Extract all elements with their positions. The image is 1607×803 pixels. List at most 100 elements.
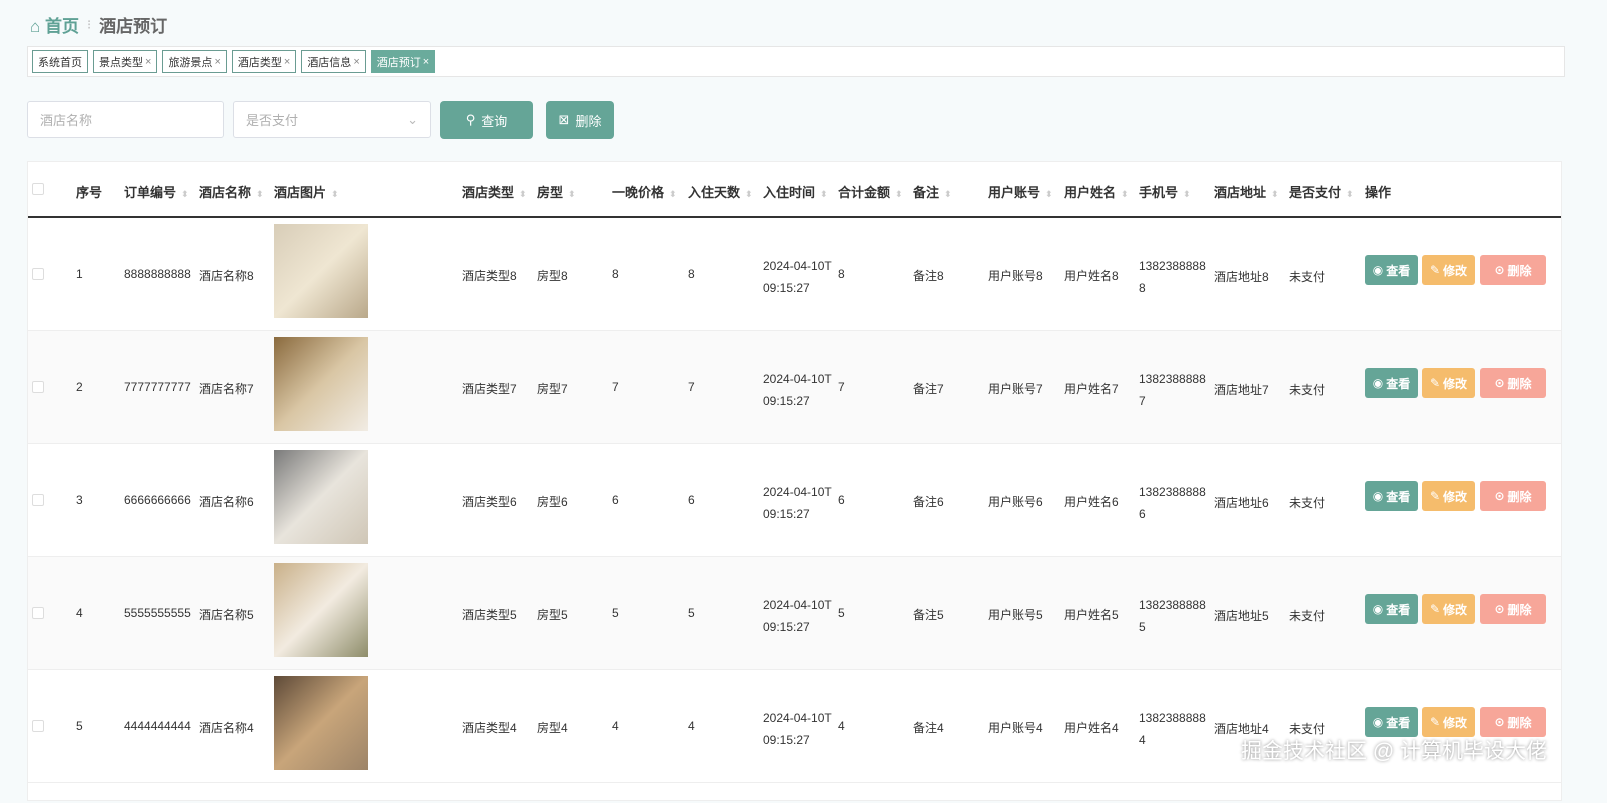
sort-icon[interactable]: ⬍ <box>519 189 527 199</box>
row-checkbox[interactable] <box>32 607 44 619</box>
view-button[interactable]: ◉ 查看 <box>1365 594 1418 624</box>
breadcrumb: ⌂ 首页 ⁝ 酒店预订 <box>30 12 167 37</box>
cell-total: 6 <box>838 493 845 507</box>
column-header[interactable]: 合计金额 ⬍ <box>838 182 903 201</box>
column-header[interactable]: 酒店名称 ⬍ <box>199 182 264 201</box>
row-checkbox[interactable] <box>32 381 44 393</box>
close-icon[interactable]: × <box>284 56 290 68</box>
tab-1[interactable]: 景点类型 × <box>93 50 158 73</box>
sort-icon[interactable]: ⬍ <box>256 189 264 199</box>
hotel-image[interactable] <box>274 337 368 431</box>
tab-5[interactable]: 酒店预订 × <box>370 50 436 73</box>
sort-icon[interactable]: ⬍ <box>1045 189 1053 199</box>
view-button[interactable]: ◉ 查看 <box>1365 481 1418 511</box>
cell-username: 用户姓名7 <box>1064 382 1119 396</box>
view-button[interactable]: ◉ 查看 <box>1365 368 1418 398</box>
column-header[interactable]: 酒店类型 ⬍ <box>462 182 527 201</box>
edit-button[interactable]: ✎ 修改 <box>1422 368 1475 398</box>
edit-button[interactable]: ✎ 修改 <box>1422 255 1475 285</box>
sort-icon[interactable]: ⬍ <box>1183 189 1191 199</box>
column-header[interactable]: 用户账号 ⬍ <box>988 182 1053 201</box>
cell-phone2: 6 <box>1139 507 1146 521</box>
hotel-name-input[interactable]: 酒店名称 <box>27 101 224 138</box>
hotel-image[interactable] <box>274 676 368 770</box>
column-label: 酒店名称 <box>199 185 252 200</box>
view-button[interactable]: ◉ 查看 <box>1365 707 1418 737</box>
column-label: 酒店图片 <box>274 185 327 200</box>
edit-button[interactable]: ✎ 修改 <box>1422 707 1475 737</box>
delete-button[interactable]: ⊙ 删除 <box>1480 594 1546 624</box>
pay-status-select[interactable]: 是否支付 ⌄ <box>233 101 431 138</box>
delete-icon: ⊙ <box>1494 715 1505 729</box>
sort-icon[interactable]: ⬍ <box>944 189 952 199</box>
row-checkbox[interactable] <box>32 720 44 732</box>
cell-type: 酒店类型5 <box>462 608 517 622</box>
column-header[interactable]: 用户姓名 ⬍ <box>1064 182 1129 201</box>
edit-button[interactable]: ✎ 修改 <box>1422 594 1475 624</box>
column-label: 入住时间 <box>763 185 816 200</box>
hotel-image[interactable] <box>274 563 368 657</box>
column-header[interactable]: 入住天数 ⬍ <box>688 182 753 201</box>
cell-phone1: 1382388888 <box>1139 485 1206 499</box>
home-label: 首页 <box>45 17 79 36</box>
close-icon[interactable]: × <box>214 56 220 68</box>
breadcrumb-current: 酒店预订 <box>99 17 168 36</box>
edit-icon: ✎ <box>1429 715 1441 729</box>
delete-button[interactable]: ⊙ 删除 <box>1480 481 1546 511</box>
cell-order: 4444444444 <box>124 719 191 733</box>
column-header[interactable]: 酒店图片 ⬍ <box>274 182 339 201</box>
cell-time: 09:15:27 <box>763 733 810 747</box>
cell-room: 房型4 <box>537 721 568 735</box>
sort-icon[interactable]: ⬍ <box>1121 189 1129 199</box>
breadcrumb-home[interactable]: ⌂ 首页 <box>30 12 79 37</box>
close-icon[interactable]: × <box>145 56 151 68</box>
sort-icon[interactable]: ⬍ <box>181 189 189 199</box>
sort-icon[interactable]: ⬍ <box>1346 189 1354 199</box>
cell-address: 酒店地址8 <box>1214 270 1269 284</box>
column-header[interactable]: 一晚价格 ⬍ <box>612 182 677 201</box>
column-label: 用户姓名 <box>1064 185 1117 200</box>
tab-0[interactable]: 系统首页 <box>32 50 88 73</box>
sort-icon[interactable]: ⬍ <box>1271 189 1279 199</box>
hotel-image[interactable] <box>274 450 368 544</box>
sort-icon[interactable]: ⬍ <box>820 189 828 199</box>
column-header[interactable]: 是否支付 ⬍ <box>1289 182 1354 201</box>
column-header[interactable]: 入住时间 ⬍ <box>763 182 828 201</box>
tab-2[interactable]: 旅游景点 × <box>162 50 227 73</box>
row-checkbox[interactable] <box>32 268 44 280</box>
cell-days: 8 <box>688 267 695 281</box>
close-icon[interactable]: × <box>423 56 429 68</box>
sort-icon[interactable]: ⬍ <box>568 189 576 199</box>
column-header[interactable]: 酒店地址 ⬍ <box>1214 182 1279 201</box>
eye-icon: ◉ <box>1372 263 1384 277</box>
view-button[interactable]: ◉ 查看 <box>1365 255 1418 285</box>
close-icon[interactable]: × <box>353 56 359 68</box>
eye-icon: ◉ <box>1372 602 1384 616</box>
column-header[interactable]: 手机号 ⬍ <box>1139 182 1191 201</box>
query-button[interactable]: ⚲ 查询 <box>440 101 533 139</box>
column-header[interactable]: 房型 ⬍ <box>537 182 576 201</box>
edit-button[interactable]: ✎ 修改 <box>1422 481 1475 511</box>
column-header[interactable]: 订单编号 ⬍ <box>124 182 189 201</box>
delete-button[interactable]: ⊙ 删除 <box>1480 255 1546 285</box>
delete-button[interactable]: ⊙ 删除 <box>1480 707 1546 737</box>
select-all-checkbox[interactable] <box>32 183 44 195</box>
cell-time: 09:15:27 <box>763 281 810 295</box>
cell-type: 酒店类型6 <box>462 495 517 509</box>
placeholder: 酒店名称 <box>40 113 93 128</box>
column-label: 一晚价格 <box>612 185 665 200</box>
sort-icon[interactable]: ⬍ <box>669 189 677 199</box>
row-checkbox[interactable] <box>32 494 44 506</box>
sort-icon[interactable]: ⬍ <box>895 189 903 199</box>
batch-delete-button[interactable]: ⊠ 删除 <box>546 101 614 139</box>
delete-icon: ⊙ <box>1494 376 1505 390</box>
tab-3[interactable]: 酒店类型 × <box>231 50 297 73</box>
delete-button[interactable]: ⊙ 删除 <box>1480 368 1546 398</box>
tab-4[interactable]: 酒店信息 × <box>301 50 366 73</box>
hotel-image[interactable] <box>274 224 368 318</box>
column-header: 操作 <box>1365 182 1391 201</box>
column-header[interactable]: 备注 ⬍ <box>913 182 952 201</box>
cell-total: 8 <box>838 267 845 281</box>
sort-icon[interactable]: ⬍ <box>745 189 753 199</box>
sort-icon[interactable]: ⬍ <box>331 189 339 199</box>
